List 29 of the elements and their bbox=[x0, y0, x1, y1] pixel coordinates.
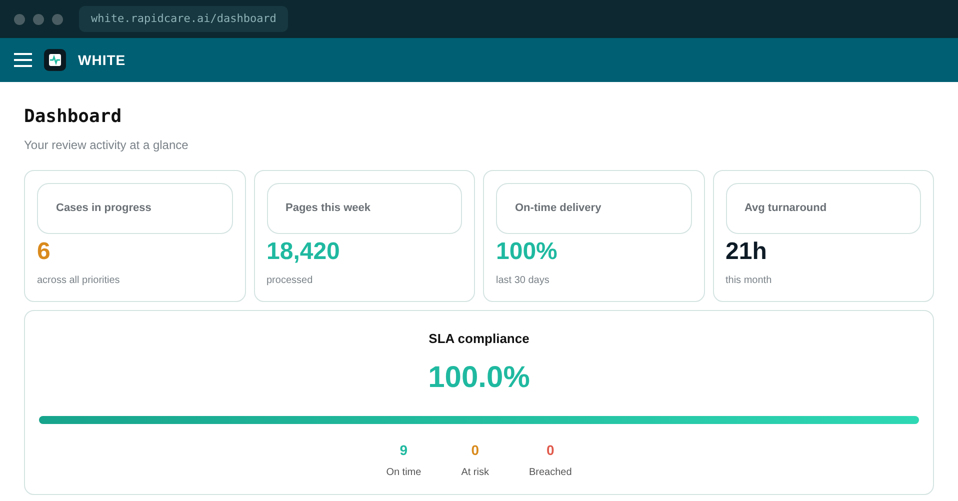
sla-title: SLA compliance bbox=[428, 330, 530, 348]
stat-value: 21h bbox=[726, 238, 767, 266]
pulse-logo-icon bbox=[44, 49, 66, 71]
page-subtitle: Your review activity at a glance bbox=[24, 136, 190, 154]
stat-note: processed bbox=[266, 274, 313, 288]
menu-icon[interactable] bbox=[14, 53, 32, 67]
stat-value: 6 bbox=[37, 238, 50, 266]
count-value: 0 bbox=[471, 440, 479, 460]
count-label: At risk bbox=[461, 466, 489, 480]
stat-label: Cases in progress bbox=[37, 182, 232, 234]
stat-note: last 30 days bbox=[496, 274, 550, 288]
page-title: Dashboard bbox=[24, 106, 123, 128]
stat-label: Pages this week bbox=[266, 182, 462, 234]
window-dot[interactable] bbox=[33, 14, 44, 24]
brand-name[interactable]: WHITE bbox=[78, 50, 126, 70]
count-value: 0 bbox=[546, 440, 554, 460]
sla-value: 100.0% bbox=[428, 360, 530, 396]
stat-note: this month bbox=[726, 274, 772, 288]
stat-value: 18,420 bbox=[266, 238, 340, 266]
count-label: Breached bbox=[528, 466, 572, 480]
address-bar[interactable]: white.rapidcare.ai/dashboard bbox=[79, 6, 288, 32]
stat-label: On-time delivery bbox=[496, 182, 692, 234]
stat-note: across all priorities bbox=[37, 274, 120, 288]
stat-value: 100% bbox=[496, 238, 558, 266]
count-value: 9 bbox=[400, 440, 408, 460]
stat-label: Avg turnaround bbox=[726, 182, 921, 234]
window-dot[interactable] bbox=[52, 14, 63, 24]
count-label: On time bbox=[386, 466, 422, 480]
window-dot[interactable] bbox=[14, 14, 25, 24]
